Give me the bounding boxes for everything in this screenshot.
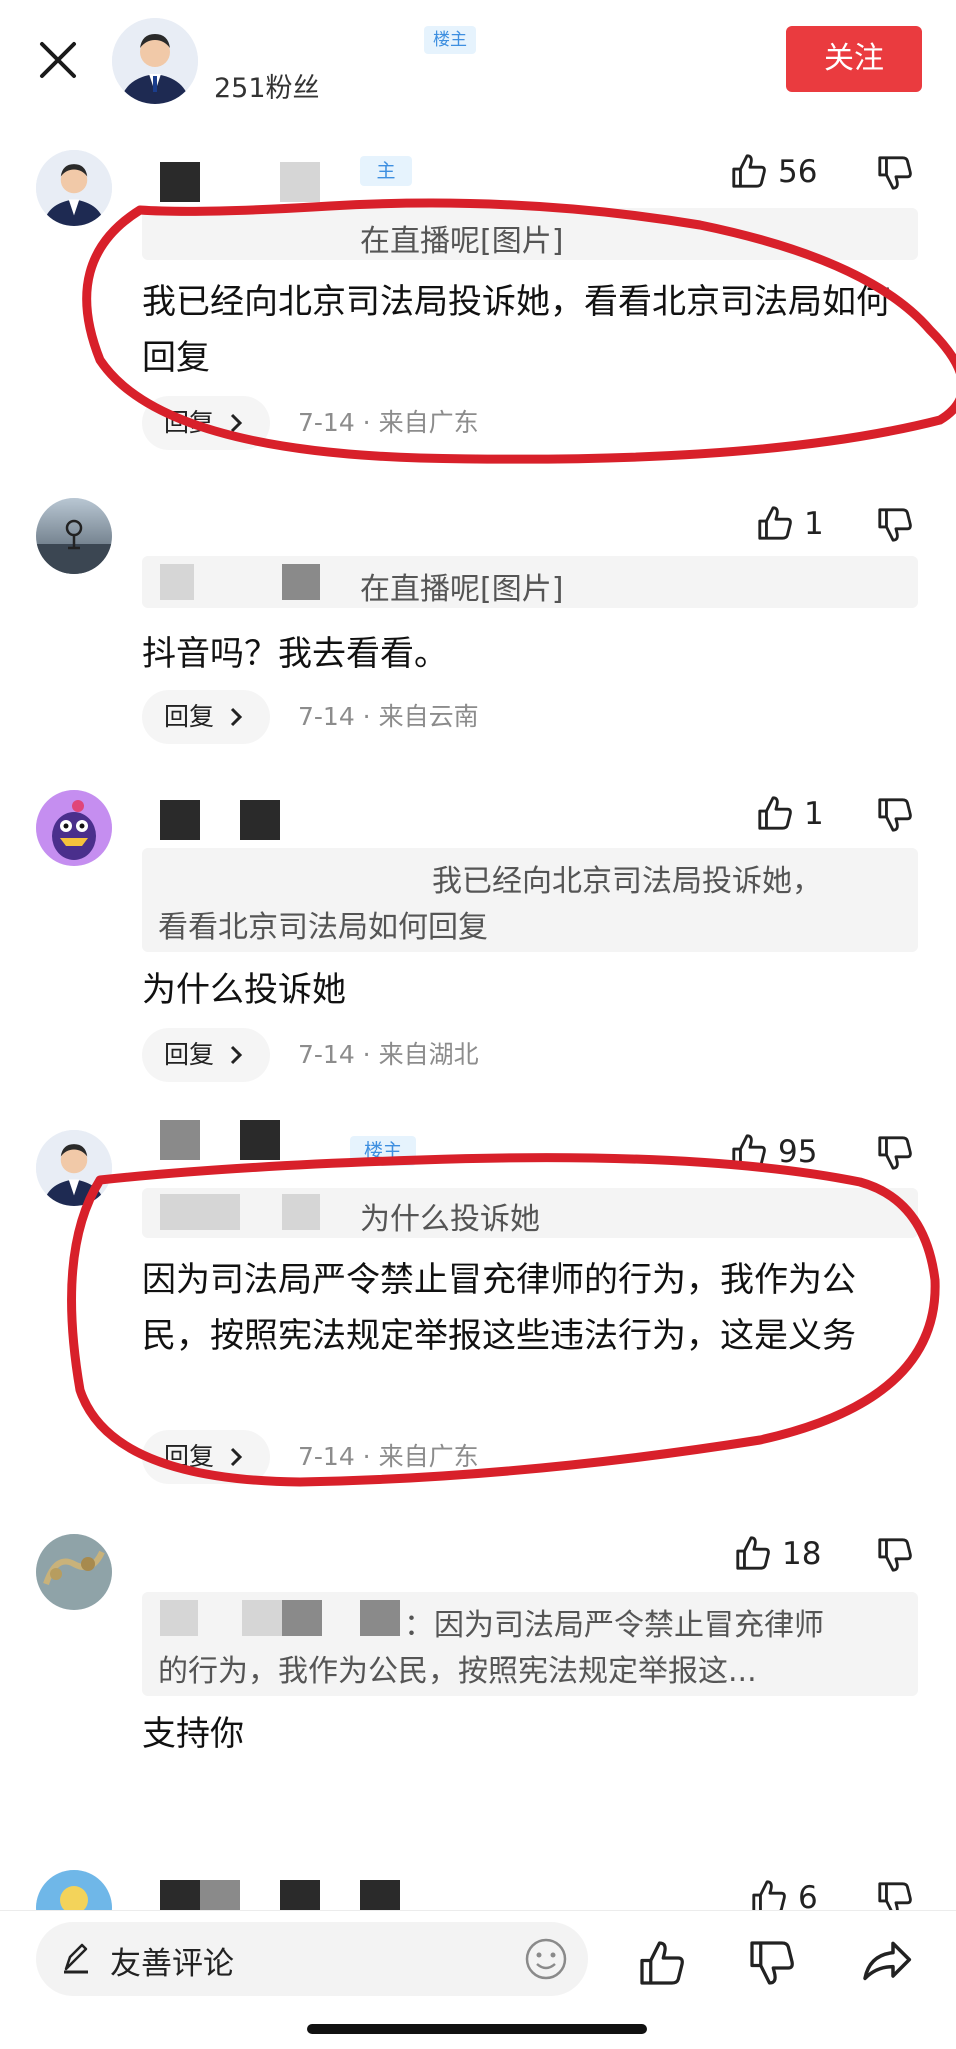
- quoted-comment: 在直播呢[图片]: [142, 556, 918, 608]
- like-icon: [758, 796, 792, 830]
- quoted-comment: 为什么投诉她: [142, 1188, 918, 1238]
- chevron-right-icon: [230, 413, 243, 433]
- fans-count: 251粉丝: [214, 73, 320, 104]
- home-indicator: [307, 2024, 647, 2034]
- author-tag: 楼主: [350, 1136, 416, 1166]
- like-count: 1: [804, 506, 824, 542]
- comment-text: 抖音吗？我去看看。: [142, 634, 448, 674]
- quoted-comment: 我已经向北京司法局投诉她， 看看北京司法局如何回复: [142, 848, 918, 952]
- comment-item: 楼主 95 为什么投诉她 因为司法局严令禁止冒充律师的行为，我作为公民，按照宪法…: [0, 1118, 956, 1488]
- username-redacted: [160, 162, 200, 202]
- like-button[interactable]: 1: [756, 794, 846, 834]
- like-count: 95: [778, 1134, 818, 1170]
- avatar[interactable]: [36, 150, 112, 226]
- close-icon[interactable]: [34, 36, 82, 84]
- comment-item: 1 我已经向北京司法局投诉她， 看看北京司法局如何回复 为什么投诉她 回复 7-…: [0, 780, 956, 1100]
- dislike-icon[interactable]: [747, 1938, 797, 1988]
- like-count: 18: [782, 1536, 822, 1572]
- reply-label: 回复: [164, 1040, 215, 1069]
- like-count: 1: [804, 796, 824, 832]
- username-redacted: [282, 1600, 322, 1636]
- like-button[interactable]: 56: [730, 152, 840, 192]
- username-redacted: [160, 1194, 240, 1230]
- like-icon[interactable]: [637, 1938, 687, 1988]
- comment-input[interactable]: 友善评论: [36, 1922, 588, 1996]
- reply-button[interactable]: 回复: [142, 690, 270, 744]
- username-redacted: [160, 1120, 200, 1160]
- top-bar: 楼主 251粉丝 关注: [0, 0, 956, 120]
- comment-item: 1 在直播呢[图片] 抖音吗？我去看看。 回复 7-14 · 来自云南: [0, 490, 956, 760]
- dislike-icon[interactable]: [876, 506, 914, 544]
- quote-text-line2: 看看北京司法局如何回复: [158, 910, 488, 945]
- comment-text: 为什么投诉她: [142, 970, 346, 1010]
- reply-button[interactable]: 回复: [142, 1028, 270, 1082]
- reply-label: 回复: [164, 702, 215, 731]
- comment-text: 支持你: [142, 1714, 244, 1754]
- avatar[interactable]: [36, 1130, 112, 1206]
- username-redacted: [242, 1600, 282, 1636]
- share-icon[interactable]: [858, 1934, 914, 1990]
- comment-item: 18 ：因为司法局严令禁止冒充律师 的行为，我作为公民，按照宪法规定举报这...…: [0, 1520, 956, 1820]
- like-count: 56: [778, 154, 818, 190]
- quote-text-line1: 我已经向北京司法局投诉她，: [432, 864, 822, 899]
- comment-text: 我已经向北京司法局投诉她，看看北京司法局如何回复: [142, 282, 890, 378]
- reply-label: 回复: [164, 1442, 215, 1471]
- username-redacted: [282, 1194, 320, 1230]
- reply-button[interactable]: 回复: [142, 1430, 270, 1484]
- dislike-icon[interactable]: [876, 796, 914, 834]
- comment-meta: 7-14 · 来自云南: [298, 702, 479, 731]
- quote-text-line2: 的行为，我作为公民，按照宪法规定举报这...: [158, 1654, 757, 1689]
- quote-text: 为什么投诉她: [360, 1202, 540, 1237]
- like-icon: [758, 506, 792, 540]
- avatar[interactable]: [36, 790, 112, 866]
- author-avatar[interactable]: [112, 18, 198, 104]
- comment-text: 因为司法局严令禁止冒充律师的行为，我作为公民，按照宪法规定举报这些违法行为，这是…: [142, 1260, 856, 1356]
- username-redacted: [280, 162, 320, 202]
- username-redacted: [160, 800, 200, 840]
- avatar[interactable]: [36, 498, 112, 574]
- username-redacted: [360, 1600, 400, 1636]
- author-tag: 楼主: [424, 26, 476, 54]
- like-icon: [732, 154, 766, 188]
- author-tag: 主: [360, 156, 412, 186]
- like-icon: [732, 1134, 766, 1168]
- dislike-icon[interactable]: [876, 1536, 914, 1574]
- dislike-icon[interactable]: [876, 1134, 914, 1172]
- quote-text: 在直播呢[图片]: [360, 224, 564, 259]
- follow-button[interactable]: 关注: [786, 26, 922, 92]
- chevron-right-icon: [230, 1447, 243, 1467]
- like-button[interactable]: 95: [730, 1132, 840, 1172]
- comment-meta: 7-14 · 来自湖北: [298, 1040, 479, 1069]
- comment-meta: 7-14 · 来自广东: [298, 408, 479, 437]
- dislike-icon[interactable]: [876, 154, 914, 192]
- quote-text: 在直播呢[图片]: [360, 572, 564, 607]
- quote-text-line1: ：因为司法局严令禁止冒充律师: [404, 1608, 824, 1643]
- comment-item: 主 56 在直播呢[图片] 我已经向北京司法局投诉她，看看北京司法局如何回复 回…: [0, 140, 956, 470]
- comment-placeholder: 友善评论: [110, 1946, 234, 1982]
- comment-meta: 7-14 · 来自广东: [298, 1442, 479, 1471]
- quoted-comment: 在直播呢[图片]: [142, 208, 918, 260]
- like-icon: [736, 1536, 770, 1570]
- emoji-icon[interactable]: [524, 1937, 568, 1981]
- reply-button[interactable]: 回复: [142, 396, 270, 450]
- reply-label: 回复: [164, 408, 215, 437]
- username-redacted: [282, 564, 320, 600]
- chevron-right-icon: [230, 1045, 243, 1065]
- username-redacted: [240, 800, 280, 840]
- username-redacted: [240, 1120, 280, 1160]
- avatar[interactable]: [36, 1534, 112, 1610]
- quoted-comment: ：因为司法局严令禁止冒充律师 的行为，我作为公民，按照宪法规定举报这...: [142, 1592, 918, 1696]
- username-redacted: [160, 1600, 198, 1636]
- like-button[interactable]: 1: [756, 504, 846, 544]
- like-button[interactable]: 18: [734, 1534, 844, 1574]
- chevron-right-icon: [230, 707, 243, 727]
- username-redacted: [160, 564, 194, 600]
- pen-icon: [64, 1943, 88, 1974]
